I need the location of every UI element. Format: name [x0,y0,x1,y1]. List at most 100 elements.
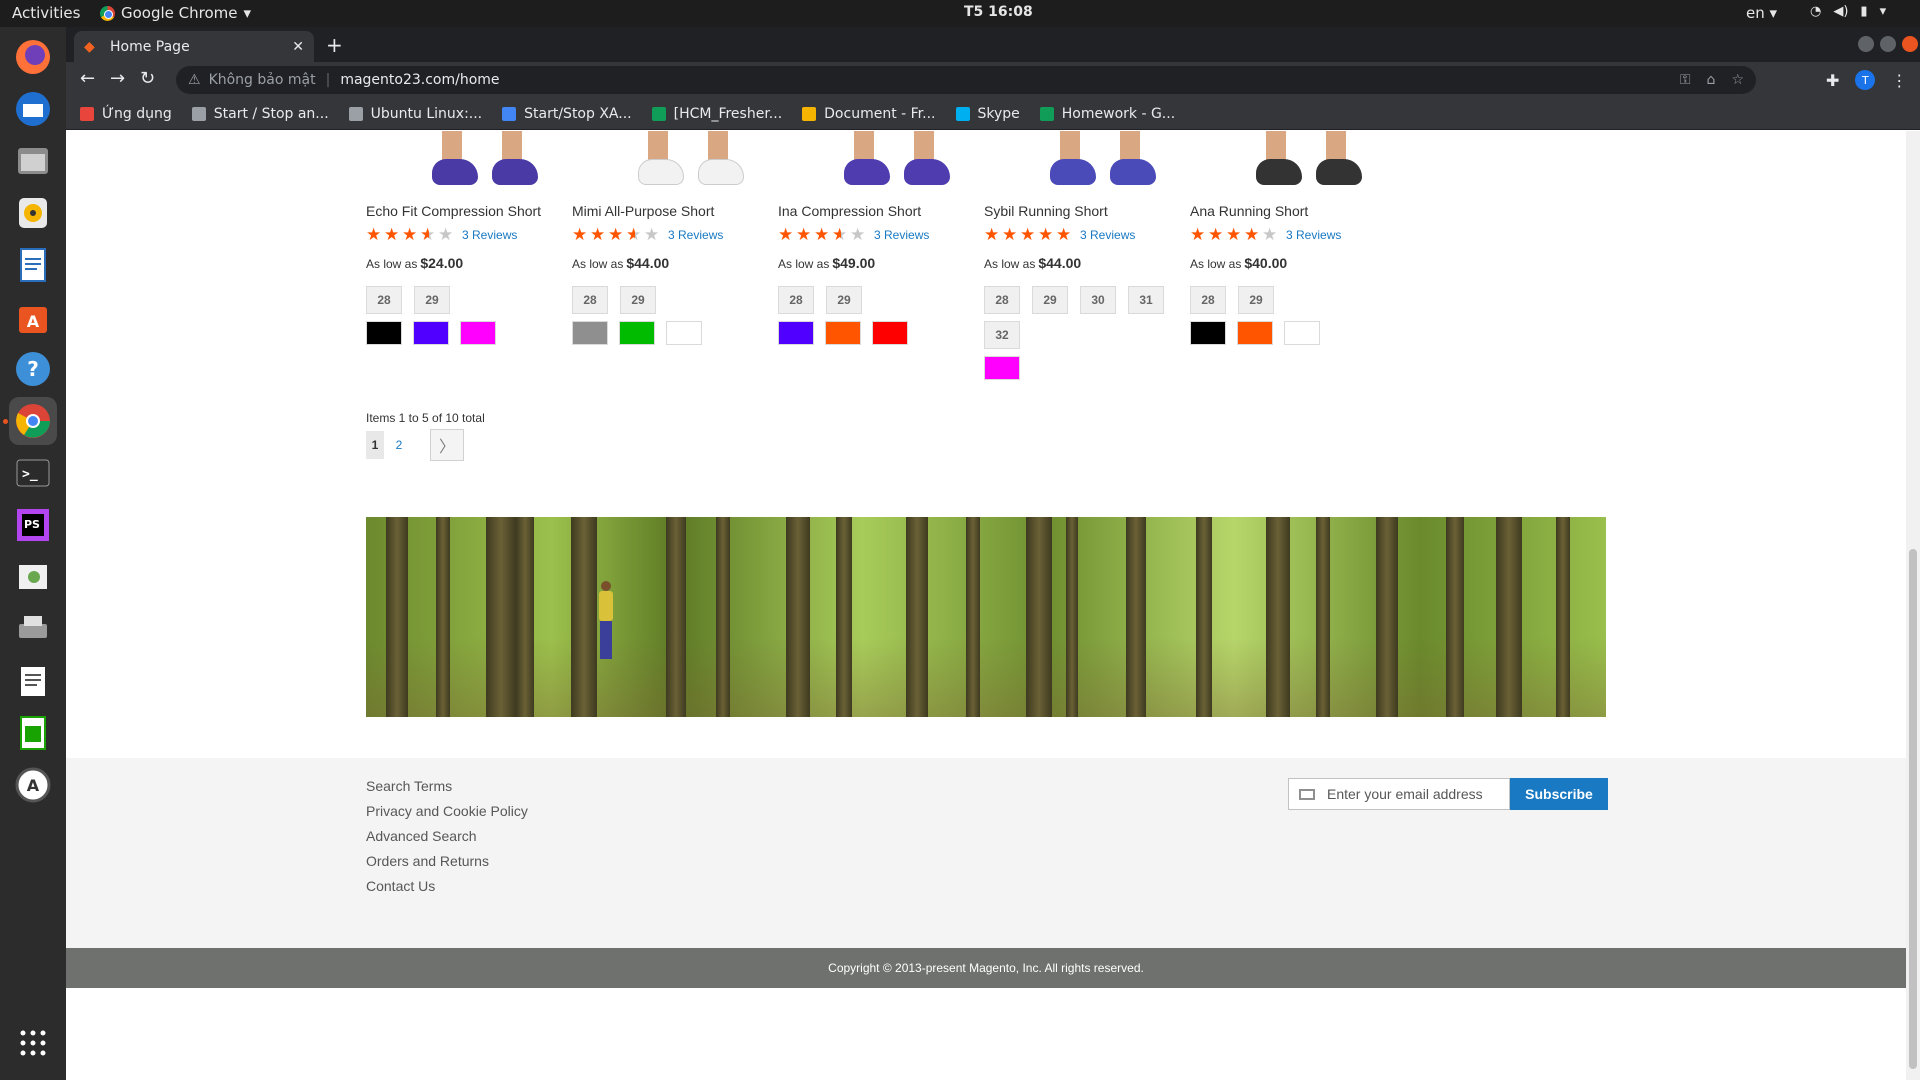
size-option[interactable]: 28 [1190,286,1226,314]
show-applications-icon[interactable] [9,1019,57,1067]
footer-link[interactable]: Orders and Returns [366,853,528,869]
updater-icon[interactable]: A [9,761,57,809]
maximize-button[interactable] [1880,36,1896,52]
footer-link[interactable]: Privacy and Cookie Policy [366,803,528,819]
scrollbar-thumb[interactable] [1909,549,1917,1069]
firefox-icon[interactable] [9,33,57,81]
color-option[interactable] [666,321,702,345]
color-option[interactable] [460,321,496,345]
footer-link[interactable]: Search Terms [366,778,528,794]
color-option[interactable] [1190,321,1226,345]
new-tab-button[interactable]: + [326,33,343,57]
next-page-button[interactable]: 〉 [430,429,464,461]
phpstorm-icon[interactable]: PS [9,501,57,549]
size-option[interactable]: 29 [414,286,450,314]
close-window-button[interactable] [1902,36,1918,52]
files-icon[interactable] [9,137,57,185]
color-option[interactable] [619,321,655,345]
printer-icon[interactable] [9,605,57,653]
tab-home-page[interactable]: ◆ Home Page ✕ [74,31,314,62]
input-language[interactable]: en ▾ [1746,4,1777,22]
product-name-link[interactable]: Ina Compression Short [778,203,921,219]
translate-icon[interactable]: ⌂ [1707,72,1716,88]
newsletter-field[interactable] [1288,778,1510,810]
star-icon[interactable]: ☆ [1731,72,1744,88]
clock[interactable]: T5 16:08 [964,4,1033,20]
avatar[interactable]: T [1855,70,1876,90]
reload-icon[interactable]: ↻ [140,68,155,89]
bookmark-item[interactable]: [HCM_Fresher... [651,106,782,122]
address-bar[interactable]: ⚠ Không bảo mật | magento23.com/home ⚿ ⌂… [176,66,1756,94]
subscribe-button[interactable]: Subscribe [1510,778,1608,810]
bookmark-item[interactable]: Start/Stop XA... [502,106,632,122]
size-option[interactable]: 29 [826,286,862,314]
extensions-icon[interactable]: ✚ [1826,71,1839,90]
footer-link[interactable]: Advanced Search [366,828,528,844]
size-option[interactable]: 28 [778,286,814,314]
close-icon[interactable]: ✕ [292,39,304,55]
product-name-link[interactable]: Sybil Running Short [984,203,1108,219]
url-text[interactable]: magento23.com/home [340,72,499,88]
newsletter-email-input[interactable] [1327,786,1497,802]
software-center-icon[interactable]: A [9,293,57,341]
forward-arrow-icon[interactable]: → [110,68,125,89]
product-image[interactable] [984,131,1214,191]
screenshot-icon[interactable] [9,553,57,601]
color-option[interactable] [778,321,814,345]
key-icon[interactable]: ⚿ [1680,72,1691,88]
reviews-link[interactable]: 3 Reviews [1080,228,1135,242]
page-scrollbar[interactable] [1906,131,1920,1080]
product-image[interactable] [778,131,1008,191]
bookmark-item[interactable]: Ubuntu Linux:... [348,106,482,122]
chrome-dock-icon[interactable] [9,397,57,445]
app-menu[interactable]: Google Chrome ▾ [100,4,251,22]
product-name-link[interactable]: Ana Running Short [1190,203,1308,219]
bookmark-item[interactable]: Skype [955,106,1020,122]
bookmark-item[interactable]: Start / Stop an... [191,106,329,122]
writer-icon[interactable] [9,241,57,289]
size-option[interactable]: 28 [572,286,608,314]
back-arrow-icon[interactable]: ← [80,68,95,89]
reviews-link[interactable]: 3 Reviews [1286,228,1341,242]
reviews-link[interactable]: 3 Reviews [668,228,723,242]
color-option[interactable] [984,356,1020,380]
product-image[interactable] [572,131,802,191]
color-option[interactable] [1284,321,1320,345]
color-option[interactable] [872,321,908,345]
color-option[interactable] [572,321,608,345]
reviews-link[interactable]: 3 Reviews [462,228,517,242]
help-icon[interactable]: ? [9,345,57,393]
bookmark-item[interactable]: Ứng dụng [80,106,172,122]
color-option[interactable] [366,321,402,345]
footer-link[interactable]: Contact Us [366,878,528,894]
color-option[interactable] [825,321,861,345]
product-image[interactable] [1190,131,1420,191]
activities-button[interactable]: Activities [12,4,80,22]
calc-icon[interactable] [9,709,57,757]
size-option[interactable]: 30 [1080,286,1116,314]
size-option[interactable]: 28 [984,286,1020,314]
page-link-2[interactable]: 2 [390,431,408,459]
size-option[interactable]: 29 [620,286,656,314]
product-name-link[interactable]: Mimi All-Purpose Short [572,203,714,219]
size-option[interactable]: 31 [1128,286,1164,314]
forest-banner-image[interactable] [366,517,1606,717]
color-option[interactable] [413,321,449,345]
minimize-button[interactable] [1858,36,1874,52]
size-option[interactable]: 32 [984,321,1020,349]
bookmark-item[interactable]: Document - Fr... [802,106,936,122]
menu-icon[interactable]: ⋮ [1891,71,1907,90]
size-option[interactable]: 29 [1238,286,1274,314]
reviews-link[interactable]: 3 Reviews [874,228,929,242]
color-option[interactable] [1237,321,1273,345]
thunderbird-icon[interactable] [9,85,57,133]
size-option[interactable]: 28 [366,286,402,314]
terminal-icon[interactable]: >_ [9,449,57,497]
text-editor-icon[interactable] [9,657,57,705]
size-option[interactable]: 29 [1032,286,1068,314]
system-tray[interactable]: ◔ ◀) ▮ ▾ [1810,4,1886,19]
product-name-link[interactable]: Echo Fit Compression Short [366,203,541,219]
rhythmbox-icon[interactable] [9,189,57,237]
product-image[interactable] [366,131,596,191]
bookmark-item[interactable]: Homework - G... [1039,106,1175,122]
